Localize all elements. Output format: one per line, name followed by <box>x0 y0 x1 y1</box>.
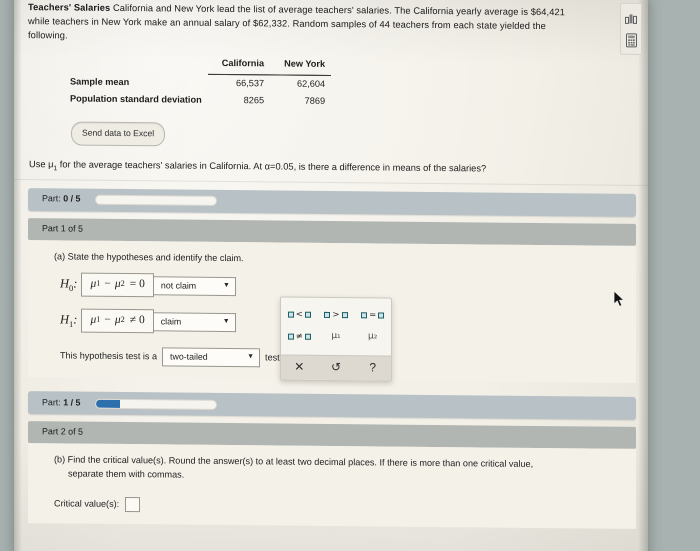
prompt-text-before: Use <box>29 158 49 170</box>
palette-equals-button[interactable]: = <box>354 304 391 326</box>
tool-strip <box>620 2 642 55</box>
h0-claim-value: not claim <box>160 279 197 291</box>
progress-bar-1 <box>94 398 217 410</box>
row-label-population-sd: Population standard deviation <box>70 93 202 106</box>
h0-label: H0: <box>60 276 78 294</box>
calculator-document-icon[interactable] <box>621 29 641 51</box>
cell-population-sd-california: 8265 <box>243 95 265 106</box>
clear-icon[interactable]: ✕ <box>281 356 318 380</box>
send-data-to-excel-button[interactable]: Send data to Excel <box>71 121 166 147</box>
h0-label-subscript: 0 <box>69 282 74 294</box>
palette-less-than-button[interactable]: < <box>281 304 318 326</box>
part-2-question-line2: separate them with commas. <box>68 467 185 480</box>
analysis-prompt: Use μ1 for the average teachers' salarie… <box>29 158 636 180</box>
cell-sample-mean-newyork: 62,604 <box>297 78 326 89</box>
cell-sample-mean-california: 66,537 <box>235 77 265 89</box>
h0-relation: = 0 <box>129 278 145 291</box>
problem-title: Teachers' Salaries <box>28 2 111 13</box>
h0-label-letter: H <box>60 276 70 291</box>
critical-value-input[interactable] <box>125 496 141 513</box>
part-1-question: (a) State the hypotheses and identify th… <box>54 250 244 263</box>
palette-op-greater-than: > <box>332 309 340 320</box>
tail-text-before: This hypothesis test is a <box>60 350 158 362</box>
palette-op-not-equals: ≠ <box>295 331 303 342</box>
critical-value-row: Critical value(s): <box>54 496 636 517</box>
part-1-body: (a) State the hypotheses and identify th… <box>28 239 636 383</box>
scanned-page: Teachers' Salaries California and New Yo… <box>14 0 648 551</box>
h1-expression-field[interactable]: μ1 − μ2 ≠ 0 <box>81 308 154 334</box>
part-score-value-0: 0 / 5 <box>63 193 81 205</box>
h1-label-letter: H <box>60 312 70 327</box>
part-score-bar-0: Part: 0 / 5 <box>28 187 636 217</box>
palette-op-less-than: < <box>295 309 303 320</box>
math-symbol-palette[interactable]: < > = ≠ μ₁ μ₂ ✕ ↺ ? <box>280 296 392 382</box>
h1-label-subscript: 1 <box>69 318 74 330</box>
placeholder-box-icon <box>341 312 348 319</box>
palette-mu1-button[interactable]: μ₁ <box>318 326 355 348</box>
problem-statement: Teachers' Salaries California and New Yo… <box>28 1 573 47</box>
cell-population-sd-newyork: 7869 <box>304 96 326 107</box>
part-2-body: (b) Find the critical value(s). Round th… <box>28 443 636 529</box>
h1-label: H1: <box>60 312 78 330</box>
table-corner-cell <box>70 55 208 74</box>
tail-type-dropdown[interactable]: two-tailed ▼ <box>162 347 261 368</box>
part-score-prefix-0: Part: <box>42 193 61 204</box>
undo-icon[interactable]: ↺ <box>318 356 355 380</box>
table-row: Population standard deviation 8265 7869 <box>70 91 331 111</box>
placeholder-box-icon <box>378 312 385 319</box>
placeholder-box-icon <box>304 311 311 318</box>
palette-greater-than-button[interactable]: > <box>318 304 355 326</box>
part-score-bar-1: Part: 1 / 5 <box>28 391 636 420</box>
table-col-california: California <box>207 56 271 75</box>
palette-op-equals: = <box>369 310 377 321</box>
chevron-down-icon: ▼ <box>222 317 230 325</box>
placeholder-box-icon <box>324 311 331 319</box>
palette-not-equals-button[interactable]: ≠ <box>281 326 318 348</box>
h0-claim-dropdown[interactable]: not claim ▼ <box>153 275 236 296</box>
chevron-down-icon: ▼ <box>222 281 230 289</box>
part-score-label-0: Part: 0 / 5 <box>42 193 81 207</box>
h0-minus: − <box>104 277 111 290</box>
critical-value-label: Critical value(s): <box>54 498 120 509</box>
part-score-prefix-1: Part: <box>42 397 61 408</box>
placeholder-box-icon <box>304 333 311 340</box>
salary-data-table: California New York Sample mean 66,537 6… <box>70 55 332 111</box>
table-col-newyork: New York <box>270 56 332 76</box>
placeholder-box-icon <box>361 312 368 319</box>
help-icon[interactable]: ? <box>354 356 391 380</box>
part-2-question: (b) Find the critical value(s). Round th… <box>54 453 584 485</box>
palette-mu2-button[interactable]: μ₂ <box>354 326 391 348</box>
row-label-sample-mean: Sample mean <box>70 76 130 87</box>
bar-chart-icon[interactable] <box>621 7 641 29</box>
part-score-label-1: Part: 1 / 5 <box>42 396 81 410</box>
h0-expression-field[interactable]: μ1 − μ2 = 0 <box>81 272 154 298</box>
h1-claim-dropdown[interactable]: claim ▼ <box>153 311 236 332</box>
part-score-value-1: 1 / 5 <box>63 397 81 408</box>
progress-bar-0 <box>94 194 217 206</box>
placeholder-box-icon <box>287 333 294 340</box>
tail-type-value: two-tailed <box>170 351 208 362</box>
h1-minus: − <box>104 313 111 326</box>
part-2-question-line1: (b) Find the critical value(s). Round th… <box>54 454 534 469</box>
chevron-down-icon: ▼ <box>247 353 255 361</box>
h1-relation: ≠ 0 <box>129 314 145 327</box>
h1-claim-value: claim <box>160 315 182 327</box>
prompt-text-after: for the average teachers' salaries in Ca… <box>57 159 487 174</box>
placeholder-box-icon <box>287 311 294 318</box>
